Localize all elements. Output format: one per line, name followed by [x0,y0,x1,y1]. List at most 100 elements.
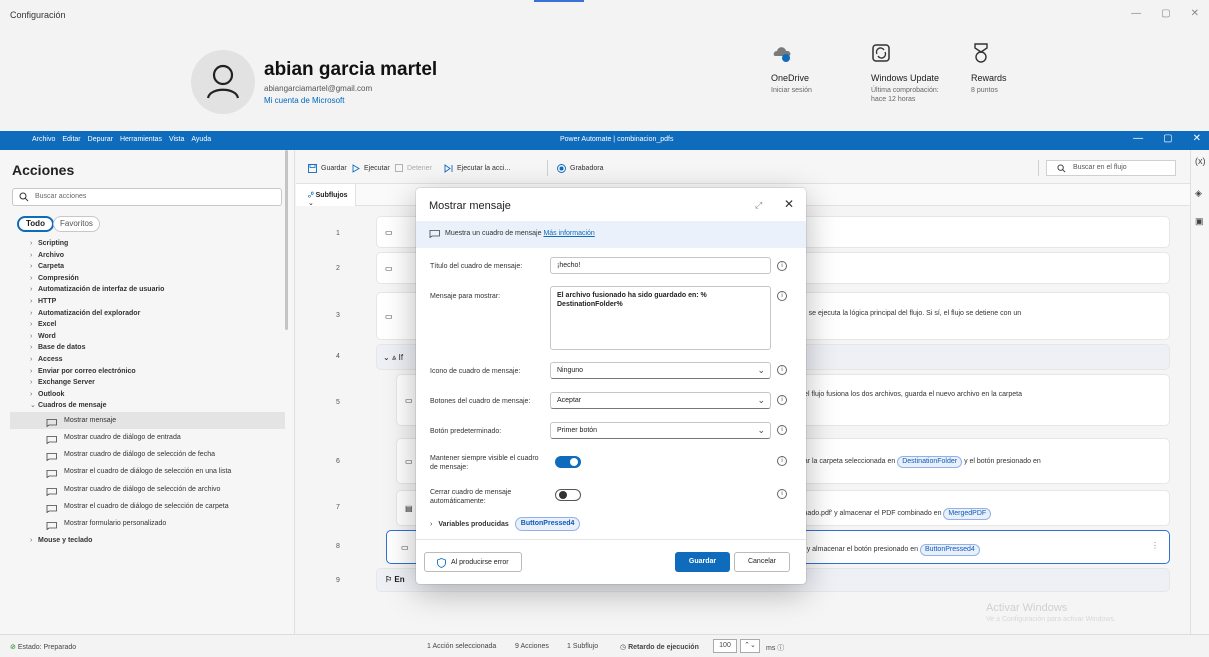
close-icon[interactable]: ✕ [784,197,794,211]
tree-group[interactable]: › Carpeta [10,261,285,273]
search-actions-input[interactable]: Buscar acciones [12,188,282,206]
more-options-icon[interactable]: ⋮ [1151,541,1159,550]
activate-windows-subtext: Ve a Configuración para activar Windows. [986,616,1116,623]
title-field-input[interactable]: ¡hecho! [550,257,771,274]
save-button[interactable]: Guardar [675,552,730,572]
info-icon[interactable]: i [777,425,787,435]
always-on-top-toggle[interactable] [555,456,581,468]
produced-variables[interactable]: › Variables producidas ButtonPressed4 [430,517,581,531]
default-button-select[interactable]: Primer botón ⌄ [550,422,771,439]
tree-group[interactable]: › Automatización de interfaz de usuario [10,284,285,296]
tree-action[interactable]: Mostrar cuadro de diálogo de selección d… [10,446,285,463]
tree-group[interactable]: › HTTP [10,296,285,308]
tree-group[interactable]: › Enviar por correo electrónico [10,366,285,378]
tree-action[interactable]: Mostrar cuadro de diálogo de selección d… [10,481,285,498]
minimize-icon[interactable]: — [1133,133,1143,144]
info-icon[interactable]: ⓘ [777,645,784,652]
recorder-button[interactable]: Grabadora [557,164,603,173]
menu-herramientas[interactable]: Herramientas [120,136,162,143]
message-field-textarea[interactable]: El archivo fusionado ha sido guardado en… [550,286,771,350]
subflows-dropdown[interactable]: ₒ⁰ Subflujos ⌄ [296,184,356,207]
menu-archivo[interactable]: Archivo [32,136,55,143]
icon-field-select[interactable]: Ninguno ⌄ [550,362,771,379]
menu-ayuda[interactable]: Ayuda [191,136,211,143]
tree-action-mostrar-mensaje[interactable]: Mostrar mensaje [10,411,285,430]
variables-icon[interactable]: (x) [1195,156,1206,166]
search-flow-input[interactable]: Buscar en el flujo [1046,160,1176,176]
tree-group[interactable]: › Compresión [10,273,285,285]
filter-all-chip[interactable]: Todo [17,216,54,232]
rewards-tile[interactable]: Rewards 8 puntos [971,40,1041,95]
tree-group[interactable]: › Exchange Server [10,377,285,389]
always-on-top-label: Mantener siempre visible el cuadro de me… [430,455,539,471]
cancel-button[interactable]: Cancelar [734,552,790,572]
tree-group[interactable]: › Outlook [10,389,285,401]
tree-action[interactable]: Mostrar cuadro de diálogo de entrada [10,429,285,446]
power-automate-titlebar: Archivo Editar Depurar Herramientas Vist… [0,131,1209,150]
chevron-right-icon: › [30,263,33,271]
toggle-knob [559,491,567,499]
sidebar-scrollbar[interactable] [285,150,288,330]
chevron-down-icon: ⌄ [757,395,765,405]
more-info-link[interactable]: Más información [543,230,594,237]
avatar[interactable] [191,50,255,114]
status-state: ⊘ Estado: Preparado [10,644,77,651]
save-button[interactable]: Guardar [308,164,347,173]
tree-group[interactable]: › Access [10,354,285,366]
maximize-icon[interactable]: ▢ [1163,133,1172,144]
info-icon[interactable]: i [777,456,787,466]
menu-editar[interactable]: Editar [62,136,80,143]
tree-group[interactable]: › Mouse y teclado [10,535,285,547]
autoclose-toggle[interactable] [555,489,581,501]
tree-action[interactable]: Mostrar el cuadro de diálogo de selecció… [10,498,285,515]
tree-action[interactable]: Mostrar formulario personalizado [10,515,285,532]
dialog-banner: Muestra un cuadro de mensaje Más informa… [416,221,806,248]
maximize-icon[interactable]: ▢ [1161,8,1170,19]
play-icon [352,164,360,173]
chevron-right-icon: › [30,344,33,352]
windows-update-tile[interactable]: Windows Update Última comprobación: hace… [871,40,941,104]
close-icon[interactable]: ✕ [1193,133,1201,144]
stop-button[interactable]: Detener [395,164,432,172]
filter-favorites-chip[interactable]: Favoritos [53,216,100,232]
icon-field-label: Icono de cuadro de mensaje: [430,368,521,375]
images-icon[interactable]: ▣ [1195,216,1204,227]
on-error-button[interactable]: Al producirse error [424,552,522,572]
expand-icon[interactable]: ⤢ [755,200,762,211]
info-icon[interactable]: i [777,291,787,301]
settings-window-controls: — ▢ ✕ [1131,8,1199,19]
onedrive-tile[interactable]: OneDrive Iniciar sesión [771,40,841,95]
tree-group-expanded[interactable]: ⌄ Cuadros de mensaje [10,400,285,412]
delay-stepper[interactable]: ⌃⌄ [740,639,760,653]
minimize-icon[interactable]: — [1131,8,1141,19]
actions-sidebar: Acciones Buscar acciones Todo Favoritos … [0,150,295,634]
tree-group[interactable]: › Excel [10,319,285,331]
status-selected: 1 Acción seleccionada [427,643,497,650]
delay-input[interactable]: 100 [713,639,737,653]
tree-group[interactable]: › Archivo [10,250,285,262]
microsoft-account-link[interactable]: Mi cuenta de Microsoft [264,96,344,105]
menu-vista[interactable]: Vista [169,136,184,143]
menu-depurar[interactable]: Depurar [88,136,113,143]
windows-update-sub: Última comprobación: hace 12 horas [871,87,939,103]
run-button[interactable]: Ejecutar [352,164,390,173]
chevron-right-icon: › [30,251,33,259]
ui-elements-icon[interactable]: ◈ [1195,188,1202,199]
info-icon[interactable]: i [777,365,787,375]
stop-icon [395,164,403,172]
record-icon [557,164,566,173]
row-number: 1 [336,230,340,237]
tree-group[interactable]: › Automatización del explorador [10,308,285,320]
tree-group[interactable]: › Word [10,331,285,343]
tree-action[interactable]: Mostrar el cuadro de diálogo de selecció… [10,463,285,480]
tree-group[interactable]: › Base de datos [10,342,285,354]
user-email: abiangarciamartel@gmail.com [264,84,373,93]
info-icon[interactable]: i [777,395,787,405]
close-icon[interactable]: ✕ [1191,8,1199,19]
info-icon[interactable]: i [777,261,787,271]
variable-pill[interactable]: ButtonPressed4 [514,517,581,531]
run-action-button[interactable]: Ejecutar la acci... [444,164,510,173]
buttons-field-select[interactable]: Aceptar ⌄ [550,392,771,409]
info-icon[interactable]: i [777,489,787,499]
tree-group[interactable]: › Scripting [10,238,285,250]
